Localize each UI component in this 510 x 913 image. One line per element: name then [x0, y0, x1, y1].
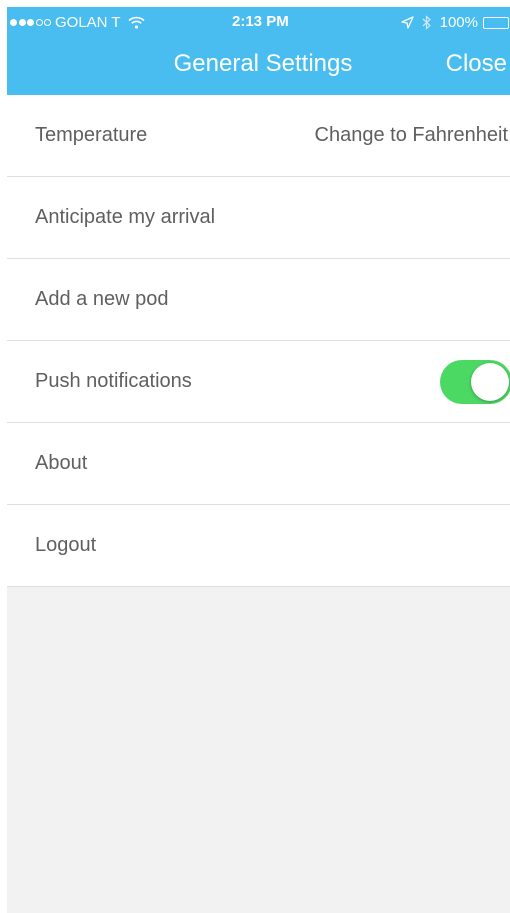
status-right: 100%: [400, 14, 510, 31]
setting-row-add-pod[interactable]: Add a new pod: [7, 259, 510, 341]
toggle-knob: [471, 362, 509, 401]
setting-label: Anticipate my arrival: [35, 206, 216, 228]
setting-label: About: [35, 452, 88, 474]
status-left: GOLAN T: [10, 14, 145, 31]
status-time: 2:13 PM: [232, 13, 289, 30]
setting-label: Add a new pod: [35, 288, 169, 310]
setting-label: Logout: [35, 534, 97, 556]
wifi-icon: [128, 16, 145, 29]
page-title: General Settings: [173, 50, 353, 77]
setting-row-logout[interactable]: Logout: [7, 505, 510, 587]
setting-label: Temperature: [35, 124, 148, 146]
temperature-unit-link[interactable]: Change to Fahrenheit: [315, 124, 508, 147]
signal-dot: [35, 19, 43, 26]
push-notifications-toggle[interactable]: [440, 359, 510, 404]
bluetooth-icon: [422, 15, 431, 30]
battery-percent: 100%: [439, 14, 478, 31]
close-button[interactable]: Close: [446, 50, 507, 78]
setting-row-about[interactable]: About: [7, 423, 510, 505]
signal-dot: [44, 19, 51, 26]
setting-row-anticipate-arrival[interactable]: Anticipate my arrival: [7, 177, 510, 259]
signal-dot: [27, 19, 34, 26]
settings-list: Temperature Change to Fahrenheit Anticip…: [7, 95, 510, 587]
setting-row-temperature[interactable]: Temperature Change to Fahrenheit: [7, 95, 510, 177]
signal-dot: [10, 19, 17, 26]
carrier-name: GOLAN T: [55, 14, 121, 31]
signal-dot: [18, 19, 26, 26]
location-arrow-icon: [400, 16, 414, 29]
setting-label: Push notifications: [35, 370, 192, 392]
app-screen: GOLAN T 2:13 PM 100% General Settings Cl…: [7, 7, 510, 913]
header: GOLAN T 2:13 PM 100% General Settings Cl…: [7, 7, 510, 95]
setting-row-push-notifications: Push notifications: [7, 341, 510, 423]
status-bar: GOLAN T 2:13 PM 100%: [7, 7, 510, 37]
signal-strength-icon: [10, 19, 51, 26]
battery-icon: [483, 16, 509, 29]
